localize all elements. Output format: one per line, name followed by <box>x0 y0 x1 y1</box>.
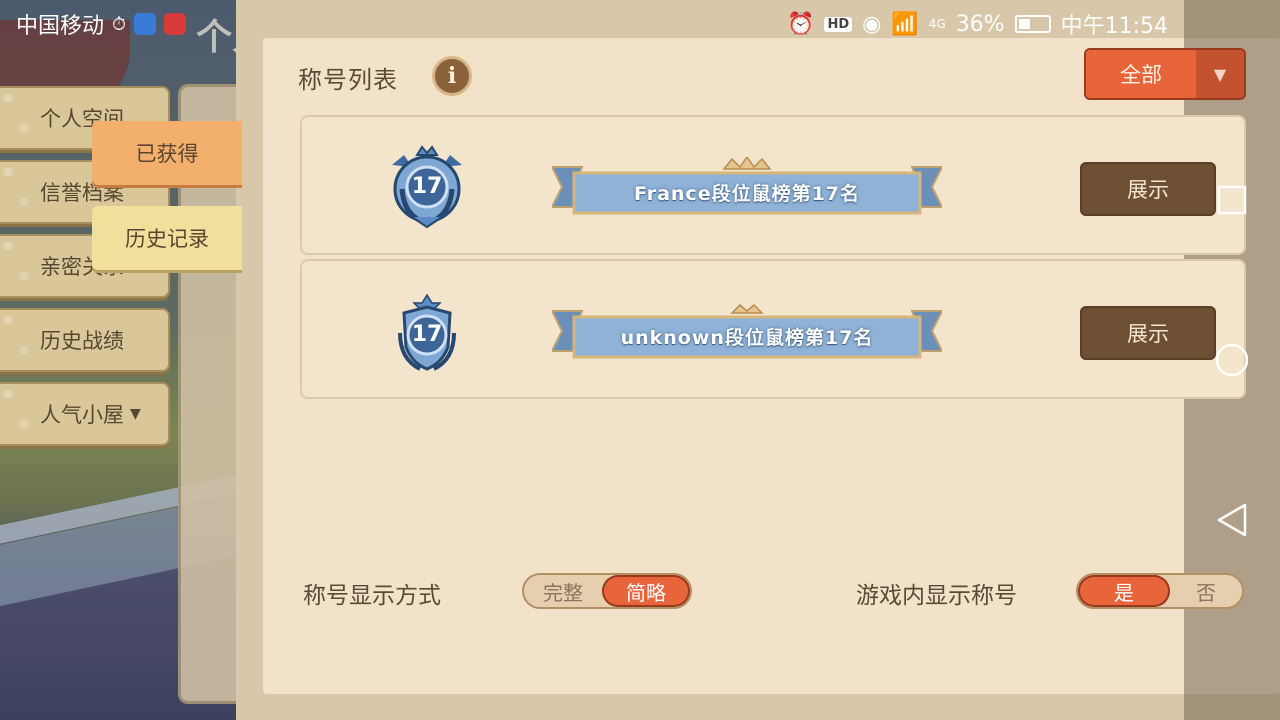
option-full[interactable]: 完整 <box>524 575 602 607</box>
show-button-label: 展示 <box>1127 322 1169 346</box>
info-icon[interactable]: i <box>432 56 472 96</box>
ingame-show-toggle[interactable]: 是 否 <box>1076 573 1244 609</box>
dropdown-arrow-icon[interactable]: ▼ <box>1196 50 1244 98</box>
side-item-popularity-house[interactable]: 人气小屋 ▼ <box>0 382 170 446</box>
side-item-history-record[interactable]: 历史战绩 <box>0 308 170 372</box>
hd-icon: HD <box>824 16 853 32</box>
badge-number: 17 <box>411 174 443 199</box>
wifi-icon: 📶 <box>891 11 919 37</box>
back-icon[interactable] <box>1212 500 1252 540</box>
filter-dropdown[interactable]: 全部 ▼ <box>1084 48 1246 100</box>
carrier-name: 中国移动 <box>16 14 105 39</box>
filter-label: 全部 <box>1086 50 1196 98</box>
display-mode-toggle[interactable]: 完整 简略 <box>522 573 692 609</box>
rank-badge-icon: 17 <box>382 289 472 379</box>
option-no[interactable]: 否 <box>1170 575 1242 607</box>
caret-down-icon: ▼ <box>130 406 141 422</box>
title-card: 17 France段位鼠榜第17名 展示 <box>300 115 1246 255</box>
network-type: 4G <box>928 17 946 31</box>
show-button[interactable]: 展示 <box>1080 162 1216 216</box>
info-icon-glyph: i <box>447 63 457 89</box>
option-yes[interactable]: 是 <box>1078 575 1170 607</box>
side-item-label: 历史战绩 <box>40 329 124 353</box>
tab-label: 历史记录 <box>125 227 209 251</box>
rank-badge-icon: 17 <box>382 143 472 233</box>
status-bar: 中国移动 ⏱ ⏰ HD ◉ 📶 4G 36% 中午11:54 <box>0 0 1280 48</box>
tab-history[interactable]: 历史记录 <box>92 206 242 270</box>
title-name: France段位鼠榜第17名 <box>633 182 861 205</box>
display-mode-label: 称号显示方式 <box>303 583 441 609</box>
battery-percent: 36% <box>955 11 1005 37</box>
tab-obtained[interactable]: 已获得 <box>92 121 242 185</box>
title-card: 17 unknown段位鼠榜第17名 展示 <box>300 259 1246 399</box>
recent-apps-icon[interactable] <box>1212 180 1252 220</box>
video-app-icon <box>134 13 157 35</box>
option-brief[interactable]: 简略 <box>602 575 690 607</box>
alarm-icon: ⏰ <box>787 11 815 37</box>
clock-time: 中午11:54 <box>1060 14 1168 39</box>
side-item-label: 人气小屋 <box>40 403 124 427</box>
eye-comfort-icon: ◉ <box>862 11 882 37</box>
alarm-clock-icon: ⏱ <box>112 13 127 35</box>
store-app-icon <box>164 13 187 35</box>
tab-label: 已获得 <box>135 142 199 166</box>
battery-icon <box>1014 15 1051 33</box>
title-name: unknown段位鼠榜第17名 <box>620 326 874 349</box>
show-button[interactable]: 展示 <box>1080 306 1216 360</box>
show-button-label: 展示 <box>1127 178 1169 202</box>
home-icon[interactable] <box>1212 340 1252 380</box>
ingame-show-label: 游戏内显示称号 <box>856 583 1017 609</box>
panel-title: 称号列表 <box>298 66 398 94</box>
badge-number: 17 <box>411 322 443 347</box>
